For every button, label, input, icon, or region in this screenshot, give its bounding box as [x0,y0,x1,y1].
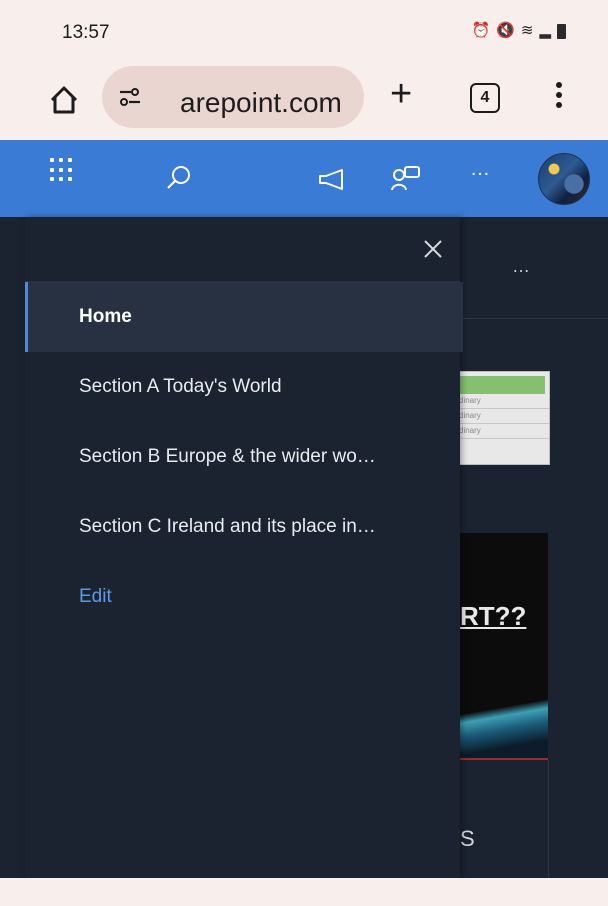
wifi-icon: ≋ [520,22,534,39]
suite-bar: … [0,140,608,217]
signal-icon: ▂ [539,22,551,39]
nav-item-section-a[interactable]: Section A Today's World [25,352,460,422]
battery-icon [557,23,566,39]
url-text: arepoint.com [152,87,342,118]
browser-toolbar: arepoint.com + 4 [0,60,608,140]
nav-item-section-b[interactable]: Section B Europe & the wider wo… [25,422,460,492]
slide-title: RT?? [460,601,527,631]
status-bar: 13:57 ⏰ 🔇 ≋ ▂ [0,0,608,60]
edit-link[interactable]: Edit [25,562,460,632]
card-text: S [460,826,475,851]
nav-item-section-c[interactable]: Section C Ireland and its place in… [25,492,460,562]
close-icon[interactable] [421,237,445,261]
mute-icon: 🔇 [496,22,515,39]
status-time: 13:57 [62,22,110,43]
status-icons: ⏰ 🔇 ≋ ▂ [471,22,566,40]
page-divider [460,318,608,319]
nav-item-home[interactable]: Home [25,282,463,352]
browser-menu-button[interactable] [552,78,566,118]
nav-item-label: Section C Ireland and its place in… [79,516,376,537]
alarm-icon: ⏰ [471,22,491,39]
app-launcher-icon[interactable] [50,158,74,182]
navigation-drawer: Home Section A Today's World Section B E… [25,217,463,878]
nav-item-label: Section B Europe & the wider wo… [79,446,376,467]
megaphone-icon[interactable] [316,166,348,194]
page-more-icon[interactable]: … [512,256,531,277]
avatar[interactable] [538,153,590,205]
chat-icon[interactable] [390,164,422,194]
nav-item-label: Section A Today's World [79,376,282,397]
drawer-header [25,217,460,282]
search-icon[interactable] [165,164,193,192]
address-bar[interactable]: arepoint.com [102,66,364,128]
home-icon [50,86,78,114]
edit-label: Edit [79,586,112,607]
drawer-gutter [0,217,25,878]
more-options-icon[interactable]: … [470,158,491,181]
tab-switcher-button[interactable]: 4 [470,83,500,113]
new-tab-button[interactable]: + [390,74,412,114]
nav-item-label: Home [79,306,132,327]
site-settings-icon[interactable] [118,86,142,108]
bottom-strip [0,878,608,906]
home-button[interactable] [44,80,84,120]
